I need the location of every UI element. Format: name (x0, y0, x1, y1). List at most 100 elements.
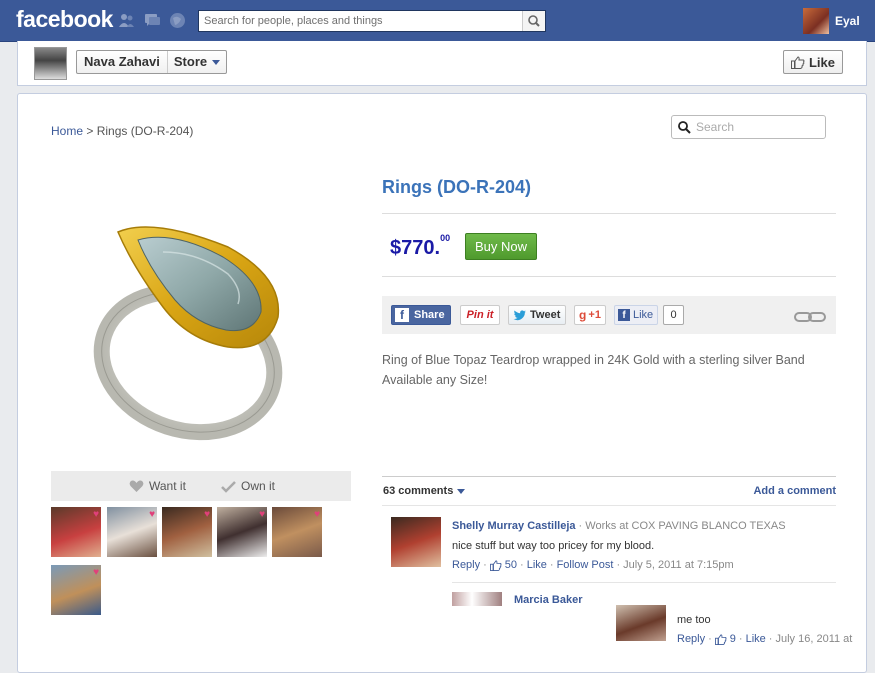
want-it-button[interactable]: Want it (129, 479, 186, 493)
follow-post-link[interactable]: Follow Post (557, 559, 614, 571)
dot-separator: · (738, 633, 743, 645)
fb-like-label: Like (633, 309, 654, 321)
facebook-share-button[interactable]: f Share (391, 305, 451, 325)
page-avatar[interactable] (34, 47, 67, 80)
own-it-button[interactable]: Own it (221, 479, 275, 493)
commenter-work: · Works at COX PAVING BLANCO TEXAS (575, 520, 786, 532)
description-line: Available any Size! (382, 373, 488, 387)
description-line: Ring of Blue Topaz Teardrop wrapped in 2… (382, 353, 805, 367)
wanter-avatar[interactable]: ♥ (217, 507, 267, 557)
search-placeholder: Search for people, places and things (204, 15, 383, 27)
breadcrumb-separator: > (83, 124, 97, 138)
search-icon (678, 121, 691, 134)
thumbs-up-icon (714, 633, 727, 645)
buy-now-button[interactable]: Buy Now (465, 233, 537, 260)
comment-text: nice stuff but way too pricey for my blo… (452, 540, 655, 552)
comments-count-dropdown[interactable]: 63 comments (383, 485, 466, 497)
pinit-button[interactable]: Pin it (460, 305, 500, 325)
heart-icon (129, 480, 144, 492)
global-search-input[interactable]: Search for people, places and things (198, 10, 546, 32)
product-image[interactable] (78, 212, 318, 452)
wanter-avatar[interactable]: ♥ (51, 507, 101, 557)
facebook-like-button[interactable]: f Like (614, 305, 658, 325)
twitter-bird-icon (513, 309, 526, 320)
page-like-button[interactable]: Like (783, 50, 843, 74)
wanter-avatar[interactable]: ♥ (51, 565, 101, 615)
commenter-avatar[interactable] (616, 605, 666, 641)
comment: Marcia Baker (514, 594, 583, 606)
like-count[interactable]: 50 (505, 559, 517, 571)
comment-date: · July 16, 2011 at (768, 633, 853, 645)
chevron-down-icon (457, 488, 466, 494)
dot-separator: · (483, 559, 487, 571)
comments-header: 63 comments Add a comment (382, 476, 836, 506)
product-description: Ring of Blue Topaz Teardrop wrapped in 2… (382, 350, 842, 390)
heart-icon: ♥ (204, 509, 210, 520)
heart-icon: ♥ (149, 509, 155, 520)
messages-icon[interactable] (144, 12, 161, 29)
reply-link[interactable]: Reply (452, 559, 480, 571)
heart-icon: ♥ (93, 509, 99, 520)
search-icon (528, 15, 540, 27)
comment-text: me too (677, 614, 711, 626)
share-label: Share (414, 309, 445, 321)
like-label: Like (808, 54, 835, 70)
like-count[interactable]: 9 (730, 633, 736, 645)
search-button[interactable] (522, 11, 545, 31)
dot-separator: · (708, 633, 712, 645)
page-name[interactable]: Nava Zahavi (77, 51, 168, 73)
product-price: $770.00 (390, 233, 450, 260)
tweet-button[interactable]: Tweet (508, 305, 566, 325)
add-comment-link[interactable]: Add a comment (753, 485, 836, 497)
avatar (803, 8, 829, 34)
commenter-name[interactable]: Shelly Murray Castilleja (452, 520, 576, 532)
heart-icon: ♥ (93, 567, 99, 578)
want-own-bar: Want it Own it (51, 471, 351, 501)
comment-date: · July 5, 2011 at 7:15pm (616, 559, 734, 571)
breadcrumb-home[interactable]: Home (51, 124, 83, 138)
tweet-label: Tweet (530, 309, 561, 321)
divider (382, 213, 836, 214)
google-g-icon: g (579, 308, 587, 322)
reply-link[interactable]: Reply (677, 633, 705, 645)
comment-actions: Reply · 9 · Like · July 16, 2011 at (677, 633, 852, 645)
like-link[interactable]: Like (527, 559, 547, 571)
share-bar: f Share Pin it Tweet g +1 f Like 0 (382, 296, 836, 334)
wanter-avatar[interactable]: ♥ (272, 507, 322, 557)
thumbs-up-icon (790, 55, 805, 69)
divider (452, 582, 836, 583)
chevron-down-icon (212, 59, 221, 65)
wanter-avatar[interactable]: ♥ (107, 507, 157, 557)
notifications-icon[interactable] (169, 12, 186, 29)
own-it-label: Own it (241, 479, 276, 493)
comment-actions: Reply · 50 · Like · Follow Post · July 5… (452, 559, 734, 571)
heart-icon: ♥ (259, 509, 265, 520)
store-dropdown[interactable]: Store (168, 51, 226, 73)
product-title: Rings (DO-R-204) (382, 177, 532, 197)
breadcrumb-current: Rings (DO-R-204) (96, 124, 194, 138)
commenter-name[interactable]: Marcia Baker (514, 594, 583, 606)
breadcrumb: Home > Rings (DO-R-204) (51, 124, 193, 138)
checkmark-icon (221, 480, 236, 493)
like-link[interactable]: Like (746, 633, 766, 645)
facebook-icon: f (618, 309, 630, 321)
commenter-avatar[interactable] (452, 592, 502, 606)
facebook-topbar: facebook Search for people, places and t… (0, 0, 875, 42)
store-search-input[interactable]: Search (671, 115, 826, 139)
friends-icon[interactable] (118, 12, 135, 29)
divider (382, 276, 836, 277)
wanter-avatar[interactable]: ♥ (162, 507, 212, 557)
heart-icon: ♥ (314, 509, 320, 520)
like-count: 0 (663, 305, 684, 325)
commenter-avatar[interactable] (391, 517, 441, 567)
link-chain-icon[interactable] (794, 311, 826, 323)
gplus-label: +1 (588, 309, 601, 321)
comments-count: 63 comments (383, 485, 454, 497)
page-breadcrumb-button[interactable]: Nava Zahavi Store (76, 50, 228, 74)
facebook-logo[interactable]: facebook (16, 6, 113, 33)
google-plus-button[interactable]: g +1 (574, 305, 606, 325)
dot-separator: · (520, 559, 524, 571)
store-panel: Home > Rings (DO-R-204) Search Want it O… (17, 93, 867, 673)
dot-separator: · (549, 559, 554, 571)
want-it-label: Want it (149, 479, 186, 493)
